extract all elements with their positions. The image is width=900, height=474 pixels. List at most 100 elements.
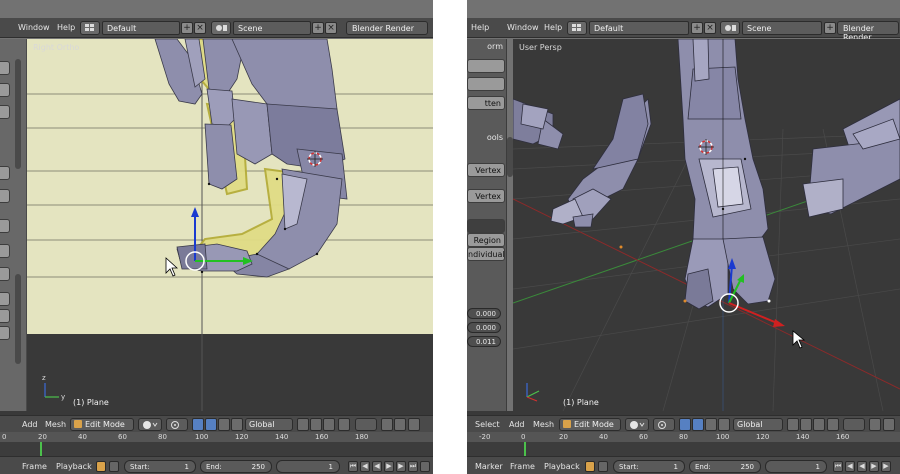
scene-icon[interactable] [720, 21, 740, 35]
record-icon[interactable] [585, 461, 595, 472]
render-engine-select[interactable]: Blender Render [837, 21, 899, 42]
scene-name-field[interactable]: Scene [742, 21, 822, 35]
layout-remove-button[interactable]: × [194, 22, 206, 34]
vertex-select-icon[interactable] [297, 418, 309, 431]
translate-manipulator-icon[interactable] [692, 418, 704, 431]
pivot-point-select[interactable] [166, 418, 188, 431]
tool-dropdown[interactable] [467, 219, 505, 233]
tool-button[interactable]: Vertex [467, 163, 505, 177]
snap-toggle-icon[interactable] [869, 418, 881, 431]
layout-add-button[interactable]: + [181, 22, 193, 34]
render-engine-select[interactable]: Blender Render [346, 21, 428, 35]
manipulator-toggle-icon[interactable] [192, 418, 204, 431]
tool-button[interactable] [467, 59, 505, 73]
menu-frame[interactable]: Frame [510, 462, 535, 471]
limit-selection-icon[interactable] [338, 418, 350, 431]
play-icon[interactable]: ▶ [384, 461, 394, 472]
viewport-canvas[interactable] [513, 39, 900, 411]
play-reverse-icon[interactable]: ◀ [372, 461, 382, 472]
menu-mesh[interactable]: Mesh [45, 420, 66, 429]
record-icon[interactable] [96, 461, 106, 472]
prev-key-icon[interactable]: ◀ [360, 461, 370, 472]
timeline-track[interactable] [467, 442, 900, 456]
scene-remove-button[interactable]: × [325, 22, 337, 34]
menu-add[interactable]: Add [22, 420, 38, 429]
jump-start-icon[interactable]: ⏮ [833, 461, 843, 472]
3d-viewport-persp[interactable]: User Persp (1) Plane [513, 39, 900, 411]
rotate-manipulator-icon[interactable] [705, 418, 717, 431]
viewport-canvas[interactable]: z y [27, 39, 433, 411]
layout-remove-button[interactable]: × [704, 22, 716, 34]
3d-viewport-ortho[interactable]: z y Right Ortho (1) Plane [27, 39, 433, 411]
menu-playback[interactable]: Playback [56, 462, 92, 471]
scene-icon[interactable] [211, 21, 231, 35]
transform-orientation-select[interactable]: Global [245, 418, 293, 431]
scene-add-button[interactable]: + [824, 22, 836, 34]
layout-editor-icon[interactable] [567, 21, 587, 35]
face-select-icon[interactable] [813, 418, 825, 431]
menu-window[interactable]: Window [507, 23, 539, 32]
shelf-scrollbar[interactable] [15, 59, 21, 169]
current-frame-cursor[interactable] [40, 442, 42, 456]
current-frame-field[interactable]: 1 [276, 460, 340, 473]
tool-button[interactable] [0, 189, 10, 203]
transform-orientation-select[interactable]: Global [733, 418, 783, 431]
next-key-icon[interactable]: ▶ [881, 461, 891, 472]
manipulator-toggle-icon[interactable] [679, 418, 691, 431]
menu-help[interactable]: Help [471, 23, 489, 32]
proportional-edit-select[interactable] [843, 418, 865, 431]
scene-name-field[interactable]: Scene [233, 21, 311, 35]
menu-select[interactable]: Select [475, 420, 500, 429]
layout-editor-icon[interactable] [80, 21, 100, 35]
snap-toggle-icon[interactable] [381, 418, 393, 431]
tool-button[interactable] [467, 77, 505, 91]
prev-key-icon[interactable]: ◀ [845, 461, 855, 472]
limit-selection-icon[interactable] [827, 418, 839, 431]
tool-button[interactable]: tten [467, 96, 505, 110]
tool-button[interactable] [0, 326, 10, 340]
tool-button[interactable]: ndividual [467, 247, 505, 261]
value-field[interactable]: 0.011 [467, 336, 501, 347]
sync-icon[interactable] [420, 461, 430, 472]
translate-manipulator-icon[interactable] [205, 418, 217, 431]
layout-name-field[interactable]: Default [589, 21, 689, 35]
current-frame-field[interactable]: 1 [765, 460, 827, 473]
tool-button[interactable] [0, 292, 10, 306]
next-key-icon[interactable]: ▶ [396, 461, 406, 472]
jump-start-icon[interactable]: ⏮ [348, 461, 358, 472]
menu-playback[interactable]: Playback [544, 462, 580, 471]
shelf-scrollbar[interactable] [15, 274, 21, 364]
edge-select-icon[interactable] [800, 418, 812, 431]
scale-manipulator-icon[interactable] [231, 418, 243, 431]
rotate-manipulator-icon[interactable] [218, 418, 230, 431]
menu-help[interactable]: Help [57, 23, 75, 32]
jump-end-icon[interactable]: ⏭ [408, 461, 418, 472]
tool-button[interactable] [0, 244, 10, 258]
tool-button[interactable] [0, 83, 10, 97]
tool-button[interactable] [0, 105, 10, 119]
scale-manipulator-icon[interactable] [718, 418, 730, 431]
timeline-ruler[interactable]: -20 0 20 40 60 80 100 120 140 160 [467, 432, 900, 456]
tool-button[interactable] [0, 61, 10, 75]
menu-mesh[interactable]: Mesh [533, 420, 554, 429]
lock-icon[interactable] [109, 461, 119, 472]
mode-select[interactable]: Edit Mode [559, 418, 621, 431]
face-select-icon[interactable] [323, 418, 335, 431]
start-frame-field[interactable]: Start: 1 [124, 460, 196, 473]
play-reverse-icon[interactable]: ◀ [857, 461, 867, 472]
menu-marker[interactable]: Marker [475, 462, 503, 471]
menu-frame[interactable]: Frame [22, 462, 47, 471]
render-preview-icon[interactable] [408, 418, 420, 431]
play-icon[interactable]: ▶ [869, 461, 879, 472]
snap-element-icon[interactable] [883, 418, 895, 431]
scene-add-button[interactable]: + [312, 22, 324, 34]
menu-add[interactable]: Add [509, 420, 525, 429]
edge-select-icon[interactable] [310, 418, 322, 431]
end-frame-field[interactable]: End: 250 [689, 460, 761, 473]
pivot-point-select[interactable] [653, 418, 675, 431]
value-field[interactable]: 0.000 [467, 322, 501, 333]
current-frame-cursor[interactable] [524, 442, 526, 456]
lock-icon[interactable] [598, 461, 608, 472]
mode-select[interactable]: Edit Mode [70, 418, 134, 431]
start-frame-field[interactable]: Start: 1 [613, 460, 685, 473]
